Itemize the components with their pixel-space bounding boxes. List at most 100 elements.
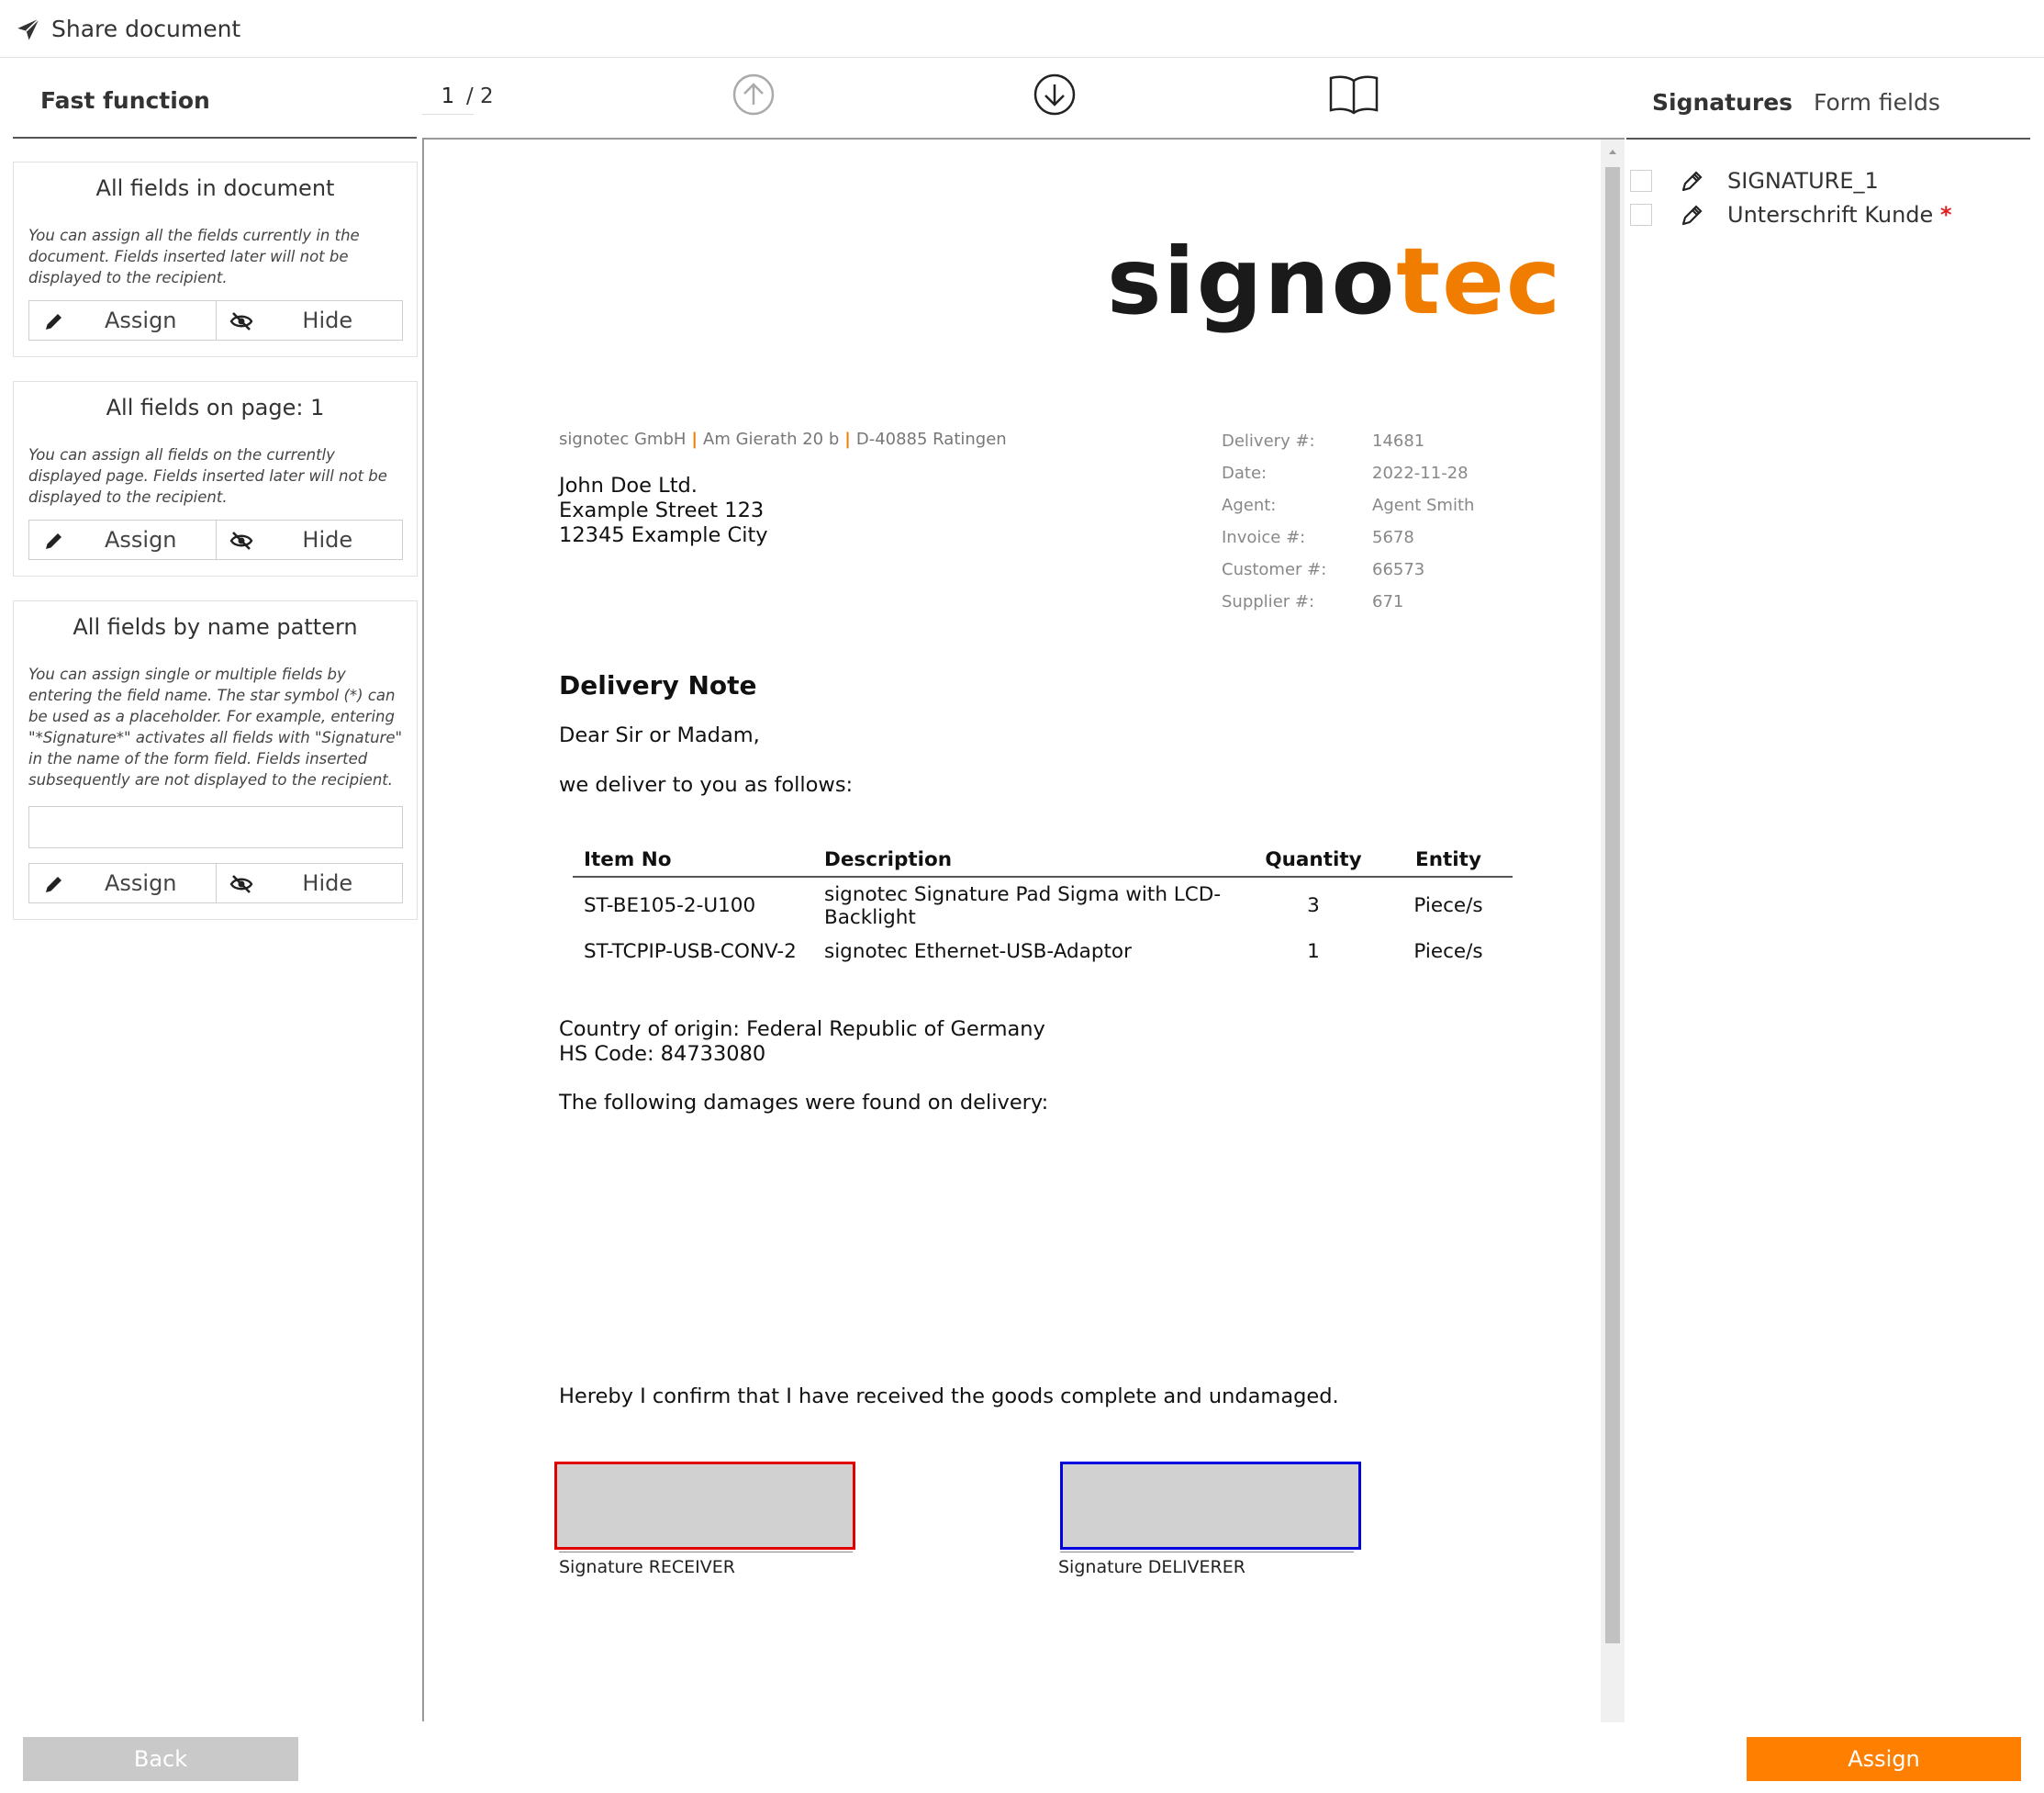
meta-key: Delivery #: <box>1222 431 1315 451</box>
assign-label: Assign <box>104 308 177 333</box>
recipient-city: 12345 Example City <box>559 523 768 547</box>
meta-value: 14681 <box>1372 431 1425 451</box>
meta-value: 66573 <box>1372 560 1425 579</box>
logo-text-part2: tec <box>1396 228 1563 335</box>
card-fields-by-name-pattern: All fields by name pattern You can assig… <box>13 600 418 920</box>
hs-code-text: HS Code: 84733080 <box>559 1042 766 1066</box>
signature-deliverer-label: Signature DELIVERER <box>1058 1557 1245 1577</box>
signature-name: Unterschrift Kunde <box>1727 202 1934 228</box>
sidebar-header: Fast function <box>40 87 210 114</box>
send-icon <box>17 17 40 40</box>
meta-value: 5678 <box>1372 528 1414 547</box>
table-row: ST-TCPIP-USB-CONV-2 signotec Ethernet-US… <box>573 935 1513 969</box>
meta-value: 671 <box>1372 592 1404 611</box>
meta-row: Delivery #: 14681 <box>1222 431 1474 464</box>
scroll-up-arrow-icon[interactable] <box>1605 144 1620 159</box>
tab-form-fields[interactable]: Form fields <box>1814 89 1940 116</box>
right-panel-tabs: Signatures Form fields <box>1626 58 2030 139</box>
sender-line: signotec GmbH | Am Gierath 20 b | D-40885 Ra… <box>559 430 1007 449</box>
tabs-divider <box>1626 138 2030 140</box>
greeting: Dear Sir or Madam, <box>559 723 760 747</box>
sidebar-divider <box>13 137 417 139</box>
sender-company: signotec GmbH <box>559 430 687 449</box>
table-cell: 3 <box>1307 894 1320 917</box>
assign-button[interactable]: Assign <box>29 301 216 340</box>
items-table: Item No Description Quantity Entity ST-B… <box>573 843 1513 969</box>
card-all-fields-page: All fields on page: 1 You can assign all… <box>13 381 418 577</box>
viewer-scrollbar-thumb[interactable] <box>1605 167 1620 1643</box>
sender-city: D-40885 Ratingen <box>855 430 1007 449</box>
back-button[interactable]: Back <box>23 1737 298 1781</box>
signature-name-wrapper: Unterschrift Kunde * <box>1727 202 1952 228</box>
delivery-meta: Delivery #: 14681 Date: 2022-11-28 Agent: A… <box>1222 431 1474 624</box>
button-group: Assign Hide <box>28 300 403 341</box>
arrow-down-circle-icon[interactable] <box>1032 72 1078 118</box>
button-group: Assign Hide <box>28 520 403 560</box>
button-group: Assign Hide <box>28 863 403 903</box>
signature-field-deliverer[interactable] <box>1060 1462 1361 1550</box>
table-cell: signotec Signature Pad Sigma with LCD-Ba… <box>824 883 1222 929</box>
damages-text: The following damages were found on deli… <box>559 1091 1049 1115</box>
table-cell: 1 <box>1307 940 1320 963</box>
card-title: All fields by name pattern <box>73 614 358 640</box>
assign-submit-button[interactable]: Assign <box>1747 1737 2021 1781</box>
sender-street: Am Gierath 20 b <box>703 430 840 449</box>
meta-row: Customer #: 66573 <box>1222 560 1474 592</box>
window-title: Share document <box>51 16 241 42</box>
intro-text: we deliver to you as follows: <box>559 773 854 797</box>
meta-key: Date: <box>1222 464 1268 483</box>
card-description: You can assign all fields on the current… <box>28 446 387 506</box>
logo-text-part1: signo <box>1107 228 1397 335</box>
column-header: Quantity <box>1243 843 1384 878</box>
name-pattern-input[interactable] <box>28 806 403 848</box>
document-title: Delivery Note <box>559 670 757 700</box>
title-bar: Share document <box>0 0 2044 58</box>
meta-row: Supplier #: 671 <box>1222 592 1474 624</box>
hide-button[interactable]: Hide <box>215 864 402 902</box>
fast-function-sidebar: Fast function All fields in document You… <box>0 58 422 1720</box>
meta-value: 2022-11-28 <box>1372 464 1469 483</box>
table-header-row: Item No Description Quantity Entity <box>573 843 1513 878</box>
signature-list-item[interactable]: Unterschrift Kunde * <box>1630 200 2025 231</box>
required-marker: * <box>1939 202 1952 228</box>
hide-label: Hide <box>302 527 353 553</box>
pen-icon <box>1681 205 1703 226</box>
page-total: / 2 <box>466 84 494 108</box>
meta-key: Supplier #: <box>1222 592 1315 611</box>
signature-field-receiver[interactable] <box>554 1462 855 1550</box>
assign-label: Assign <box>104 527 177 553</box>
signature-checkbox[interactable] <box>1630 170 1652 192</box>
hide-button[interactable]: Hide <box>215 521 402 559</box>
signature-checkbox[interactable] <box>1630 204 1652 226</box>
hide-label: Hide <box>302 308 353 333</box>
arrow-up-circle-icon[interactable] <box>731 72 776 118</box>
signature-name: SIGNATURE_1 <box>1727 168 1879 194</box>
table-cell: ST-BE105-2-U100 <box>584 894 756 917</box>
tab-signatures[interactable]: Signatures <box>1652 89 1793 116</box>
card-description: You can assign single or multiple fields… <box>28 666 403 789</box>
meta-row: Invoice #: 5678 <box>1222 528 1474 560</box>
column-header: Description <box>813 843 1243 878</box>
book-icon[interactable] <box>1327 72 1380 116</box>
meta-key: Agent: <box>1222 496 1277 515</box>
table-cell: ST-TCPIP-USB-CONV-2 <box>584 940 797 963</box>
hide-button[interactable]: Hide <box>215 301 402 340</box>
meta-key: Customer #: <box>1222 560 1327 579</box>
signature-list-item[interactable]: SIGNATURE_1 <box>1630 166 2025 197</box>
assign-button[interactable]: Assign <box>29 521 216 559</box>
recipient-name: John Doe Ltd. <box>559 474 698 498</box>
signature-receiver-label: Signature RECEIVER <box>559 1557 735 1577</box>
separator: | <box>691 430 698 449</box>
meta-key: Invoice #: <box>1222 528 1306 547</box>
column-header: Entity <box>1384 843 1513 878</box>
card-title: All fields on page: 1 <box>106 395 325 420</box>
confirmation-text: Hereby I confirm that I have received th… <box>559 1384 1339 1408</box>
assign-button[interactable]: Assign <box>29 864 216 902</box>
card-all-fields-document: All fields in document You can assign al… <box>13 162 418 357</box>
table-cell: signotec Ethernet-USB-Adaptor <box>824 940 1132 963</box>
recipient-street: Example Street 123 <box>559 499 765 522</box>
origin-text: Country of origin: Federal Republic of G… <box>559 1017 1045 1041</box>
meta-row: Agent: Agent Smith <box>1222 496 1474 528</box>
meta-value: Agent Smith <box>1372 496 1475 515</box>
table-cell: Piece/s <box>1413 894 1483 917</box>
